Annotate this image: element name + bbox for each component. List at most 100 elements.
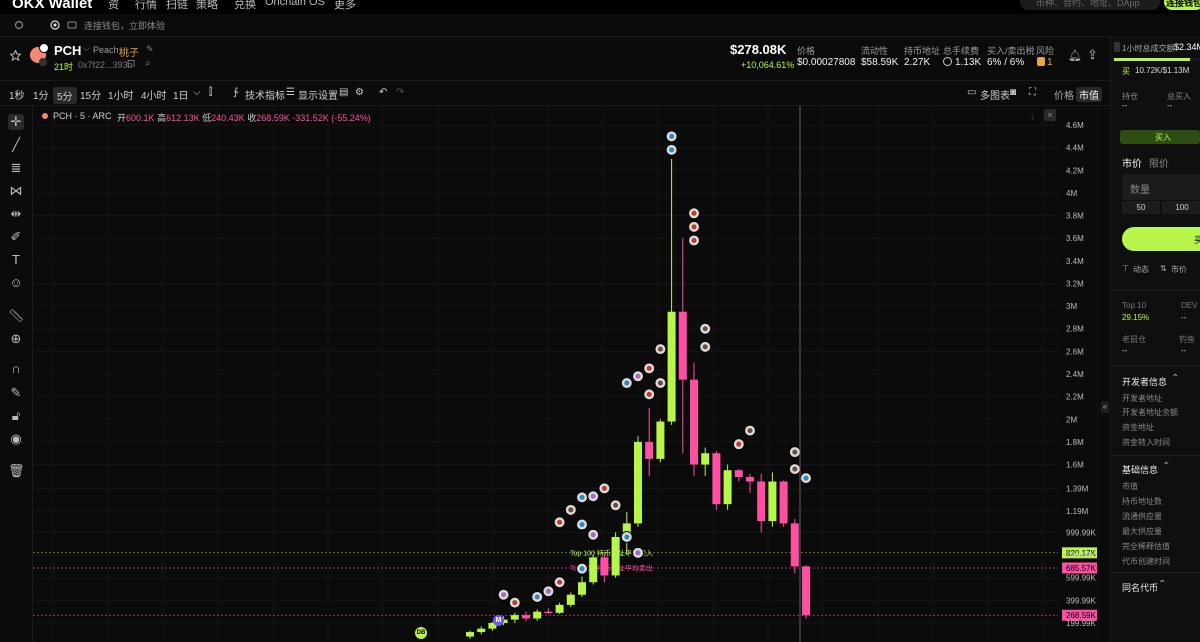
candle-body[interactable] bbox=[611, 536, 620, 576]
star-icon[interactable] bbox=[10, 50, 21, 61]
nav-item-market[interactable]: 行情 bbox=[135, 0, 157, 12]
download-icon[interactable]: ↓ bbox=[1030, 111, 1035, 121]
undo-icon[interactable]: ↶ bbox=[379, 87, 387, 98]
fib-icon[interactable]: ≣ bbox=[8, 160, 24, 176]
chevron-up-icon[interactable]: ⌃ bbox=[1171, 373, 1179, 384]
tf-5m[interactable]: 5分 bbox=[53, 87, 77, 104]
candlestick-chart[interactable]: Top 100 持币地址平均买入 820.17KTop 100 持币地址平均卖出 6… bbox=[33, 106, 1100, 642]
chevron-down-icon[interactable]: ⌵ bbox=[193, 87, 201, 98]
display-settings-button[interactable]: 显示设置 bbox=[298, 87, 338, 102]
panel-tab-icon[interactable] bbox=[1114, 42, 1120, 52]
quick-50-button[interactable]: 50 bbox=[1122, 201, 1160, 214]
candle-body[interactable] bbox=[802, 566, 810, 616]
search-icon[interactable]: ⌕ bbox=[145, 58, 151, 69]
indicators-button[interactable]: 技术指标 bbox=[245, 87, 285, 102]
candle-body[interactable] bbox=[566, 594, 575, 605]
brush-icon[interactable]: ✐ bbox=[8, 229, 24, 245]
candle-body[interactable] bbox=[678, 311, 687, 380]
candle-body[interactable] bbox=[477, 628, 486, 633]
marker-db[interactable]: DB bbox=[415, 627, 427, 639]
zoom-in-icon[interactable]: ⊕ bbox=[8, 331, 24, 347]
collapse-panel-icon[interactable]: « bbox=[1101, 401, 1109, 413]
buy-submit-button[interactable] bbox=[1122, 227, 1200, 251]
settings-icon[interactable] bbox=[14, 20, 24, 30]
pattern-icon[interactable]: ⋈ bbox=[8, 183, 24, 199]
risk-label[interactable]: 风险 bbox=[1036, 44, 1054, 57]
candle-body[interactable] bbox=[589, 557, 598, 583]
text-icon[interactable]: T bbox=[8, 252, 24, 268]
candle-body[interactable] bbox=[634, 441, 642, 524]
candle-body[interactable] bbox=[667, 311, 676, 422]
fullscreen-icon[interactable]: ⛶ bbox=[1029, 87, 1036, 98]
multi-chart-icon[interactable]: ▭ bbox=[967, 87, 976, 98]
candle-body[interactable] bbox=[600, 557, 609, 576]
basic-info-title[interactable]: 基础信息 bbox=[1122, 463, 1158, 476]
candle-body[interactable] bbox=[712, 453, 721, 505]
ruler-icon[interactable]: 📏︎ bbox=[8, 308, 25, 324]
nav-item-scan[interactable]: 扫链 bbox=[166, 0, 188, 12]
candle-body[interactable] bbox=[533, 611, 542, 619]
trend-line-icon[interactable]: ╱ bbox=[8, 137, 24, 153]
candle-body[interactable] bbox=[790, 523, 799, 567]
candle-body[interactable] bbox=[555, 604, 564, 613]
candle-body[interactable] bbox=[578, 582, 586, 595]
quick-100-button[interactable]: 100 bbox=[1162, 201, 1200, 214]
dynamic-icon[interactable]: ⊤ bbox=[1122, 264, 1129, 273]
eye-icon[interactable]: ◉ bbox=[8, 431, 24, 447]
template-icon[interactable]: ▤ bbox=[339, 87, 348, 98]
chevron-down-icon[interactable]: ⌵ bbox=[83, 43, 90, 54]
tf-1m[interactable]: 1分 bbox=[33, 87, 49, 102]
trash-icon[interactable]: 🗑︎ bbox=[8, 463, 25, 479]
nav-item-swap[interactable]: 兑换 bbox=[234, 0, 256, 12]
indicators-icon[interactable]: ∱ bbox=[233, 87, 238, 98]
chevron-up-icon[interactable]: ⌃ bbox=[1158, 579, 1166, 590]
share-icon[interactable]: ⇪ bbox=[1087, 47, 1098, 63]
candle-body[interactable] bbox=[723, 470, 732, 505]
tf-1h[interactable]: 1小时 bbox=[108, 87, 134, 102]
candle-type-icon[interactable]: ⫿ bbox=[209, 87, 212, 98]
candle-body[interactable] bbox=[779, 481, 788, 524]
tf-1d[interactable]: 1日 bbox=[173, 87, 189, 102]
radio-icon[interactable] bbox=[50, 20, 60, 30]
candle-body[interactable] bbox=[656, 421, 665, 459]
camera-icon[interactable]: ◙ bbox=[1010, 87, 1016, 98]
tf-1s[interactable]: 1秒 bbox=[9, 87, 25, 102]
limit-order-tab[interactable]: 限价 bbox=[1149, 155, 1169, 170]
dynamic-label[interactable]: 动态 bbox=[1133, 264, 1149, 275]
price-toggle[interactable]: 价格 bbox=[1054, 87, 1074, 102]
mcap-toggle[interactable]: 市值 bbox=[1076, 87, 1102, 102]
candle-body[interactable] bbox=[768, 481, 777, 522]
nav-item-strategy[interactable]: 策略 bbox=[196, 0, 218, 12]
multi-chart-button[interactable]: 多图表 bbox=[980, 87, 1010, 102]
search-input[interactable]: 币种、合约、地址、DApp bbox=[1020, 0, 1160, 10]
magnet-icon[interactable]: ∩ bbox=[8, 361, 24, 377]
candle-body[interactable] bbox=[510, 615, 519, 620]
candle-body[interactable] bbox=[734, 470, 743, 477]
candle-body[interactable] bbox=[690, 379, 698, 465]
candle-body[interactable] bbox=[544, 611, 553, 614]
okx-wallet-logo[interactable]: OKX Wallet bbox=[12, 0, 92, 12]
lock-drawing-icon[interactable]: ✎ bbox=[8, 385, 24, 401]
candle-body[interactable] bbox=[466, 632, 474, 637]
tf-15m[interactable]: 15分 bbox=[80, 87, 101, 102]
market-mode-icon[interactable]: ⇅ bbox=[1160, 264, 1167, 273]
same-name-title[interactable]: 同名代币 bbox=[1122, 581, 1158, 594]
candle-body[interactable] bbox=[522, 615, 530, 619]
candle-body[interactable] bbox=[645, 441, 654, 459]
gear-icon[interactable]: ⚙ bbox=[355, 87, 364, 98]
edit-icon[interactable]: ✎ bbox=[146, 44, 154, 55]
nav-item-onchain-os[interactable]: Onchain OS bbox=[265, 0, 325, 8]
market2-label[interactable]: 市价 bbox=[1171, 264, 1187, 275]
candle-body[interactable] bbox=[701, 453, 710, 465]
dev-info-title[interactable]: 开发者信息 bbox=[1122, 375, 1167, 388]
candle-body[interactable] bbox=[757, 481, 766, 522]
redo-icon[interactable]: ↷ bbox=[396, 87, 404, 98]
chevron-up-icon[interactable]: ⌃ bbox=[1162, 461, 1170, 472]
market-order-tab[interactable]: 市价 bbox=[1122, 155, 1142, 170]
wallet-icon[interactable] bbox=[67, 20, 77, 30]
emoji-icon[interactable]: ☺ bbox=[8, 275, 24, 291]
nav-item-asset[interactable]: 资 bbox=[108, 0, 119, 12]
marker-m[interactable]: M bbox=[493, 615, 504, 626]
tf-4h[interactable]: 4小时 bbox=[141, 87, 167, 102]
candle-body[interactable] bbox=[746, 476, 754, 482]
